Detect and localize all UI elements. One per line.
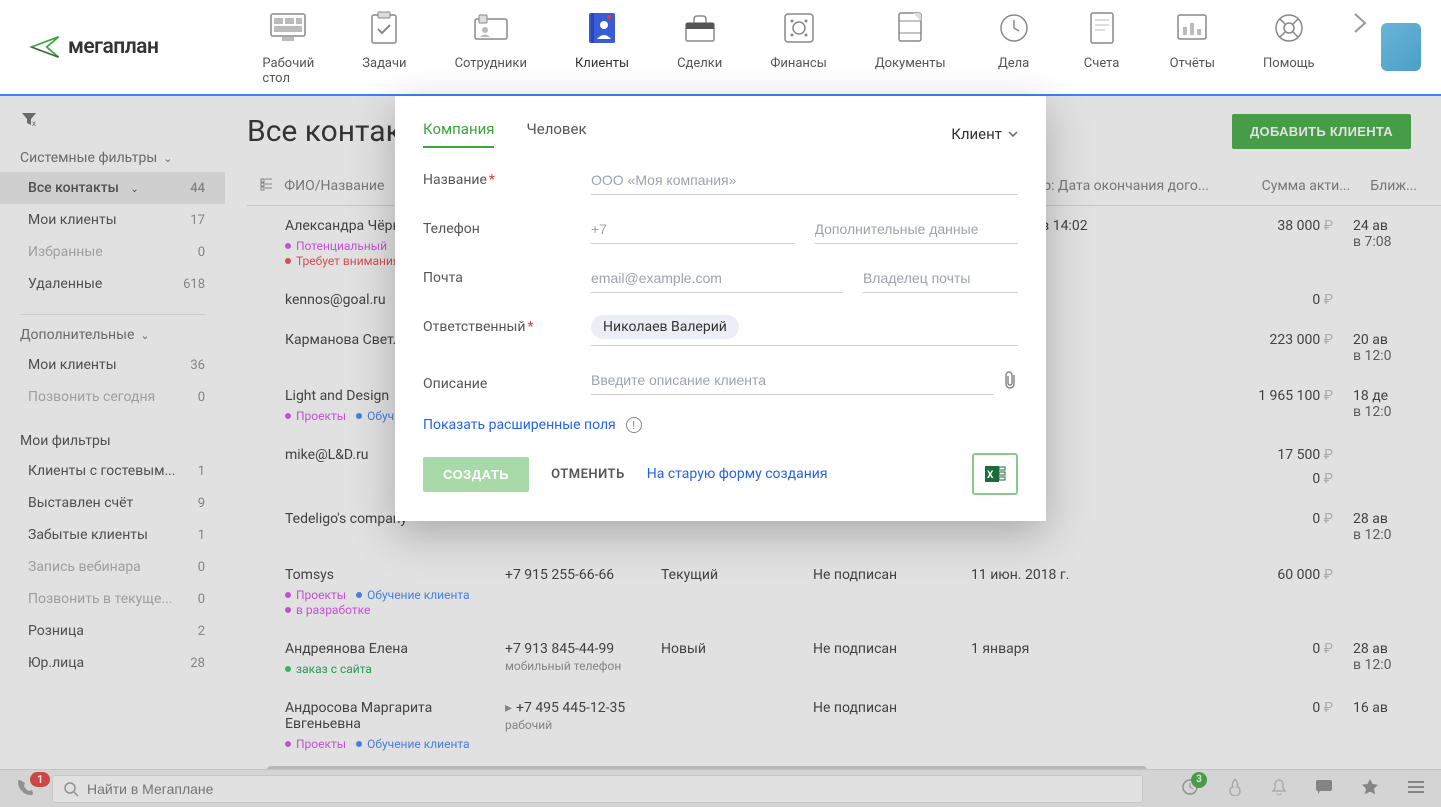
modal-tab-company[interactable]: Компания xyxy=(423,120,494,148)
nav-more[interactable] xyxy=(1339,8,1381,86)
chevron-right-icon xyxy=(1351,8,1369,38)
nav-affairs[interactable]: Дела xyxy=(970,8,1058,86)
nav-clients[interactable]: Клиенты xyxy=(551,8,653,86)
old-form-link[interactable]: На старую форму создания xyxy=(647,466,828,482)
main-nav: Рабочий стол Задачи Сотрудники Клиенты С… xyxy=(238,8,1380,86)
show-extended-fields-link[interactable]: Показать расширенные поля xyxy=(423,417,616,433)
app-logo[interactable]: мегаплан xyxy=(28,30,158,64)
employees-icon xyxy=(471,8,511,48)
attach-icon[interactable] xyxy=(1002,370,1018,394)
modal-type-select[interactable]: Клиент xyxy=(951,125,1018,143)
create-button[interactable]: СОЗДАТЬ xyxy=(423,457,529,492)
description-input[interactable] xyxy=(591,368,994,395)
clock-icon xyxy=(994,8,1034,48)
phone-extra-input[interactable] xyxy=(815,217,1019,244)
app-header: мегаплан Рабочий стол Задачи Сотрудники … xyxy=(0,0,1441,96)
finance-icon xyxy=(779,8,819,48)
logo-icon xyxy=(28,30,62,64)
nav-deals[interactable]: Сделки xyxy=(653,8,746,86)
phone-input[interactable] xyxy=(591,217,795,244)
cancel-button[interactable]: ОТМЕНИТЬ xyxy=(551,467,625,482)
invoices-icon xyxy=(1082,8,1122,48)
desktop-icon xyxy=(268,8,308,48)
reports-icon xyxy=(1172,8,1212,48)
chevron-down-icon xyxy=(1008,131,1018,137)
help-icon xyxy=(1269,8,1309,48)
documents-icon xyxy=(890,8,930,48)
add-client-modal: Компания Человек Клиент Название* Телефо… xyxy=(395,96,1046,521)
email-input[interactable] xyxy=(591,266,843,293)
excel-icon: X xyxy=(984,463,1006,485)
nav-finance[interactable]: Финансы xyxy=(746,8,851,86)
svg-text:X: X xyxy=(987,470,994,481)
nav-tasks[interactable]: Задачи xyxy=(338,8,430,86)
nav-help[interactable]: Помощь xyxy=(1239,8,1339,86)
clients-icon xyxy=(582,8,622,48)
nav-invoices[interactable]: Счета xyxy=(1058,8,1146,86)
owner-chip[interactable]: Николаев Валерий xyxy=(591,315,739,339)
info-icon[interactable]: ! xyxy=(626,417,642,433)
nav-documents[interactable]: Документы xyxy=(851,8,970,86)
nav-desktop[interactable]: Рабочий стол xyxy=(238,8,338,86)
nav-reports[interactable]: Отчёты xyxy=(1146,8,1239,86)
company-name-input[interactable] xyxy=(591,168,1018,195)
tasks-icon xyxy=(364,8,404,48)
nav-employees[interactable]: Сотрудники xyxy=(431,8,551,86)
modal-tab-person[interactable]: Человек xyxy=(526,120,586,148)
logo-text: мегаплан xyxy=(68,35,158,59)
deals-icon xyxy=(680,8,720,48)
excel-import-button[interactable]: X xyxy=(972,453,1018,495)
email-owner-input[interactable] xyxy=(863,266,1018,293)
user-avatar[interactable] xyxy=(1381,23,1421,71)
